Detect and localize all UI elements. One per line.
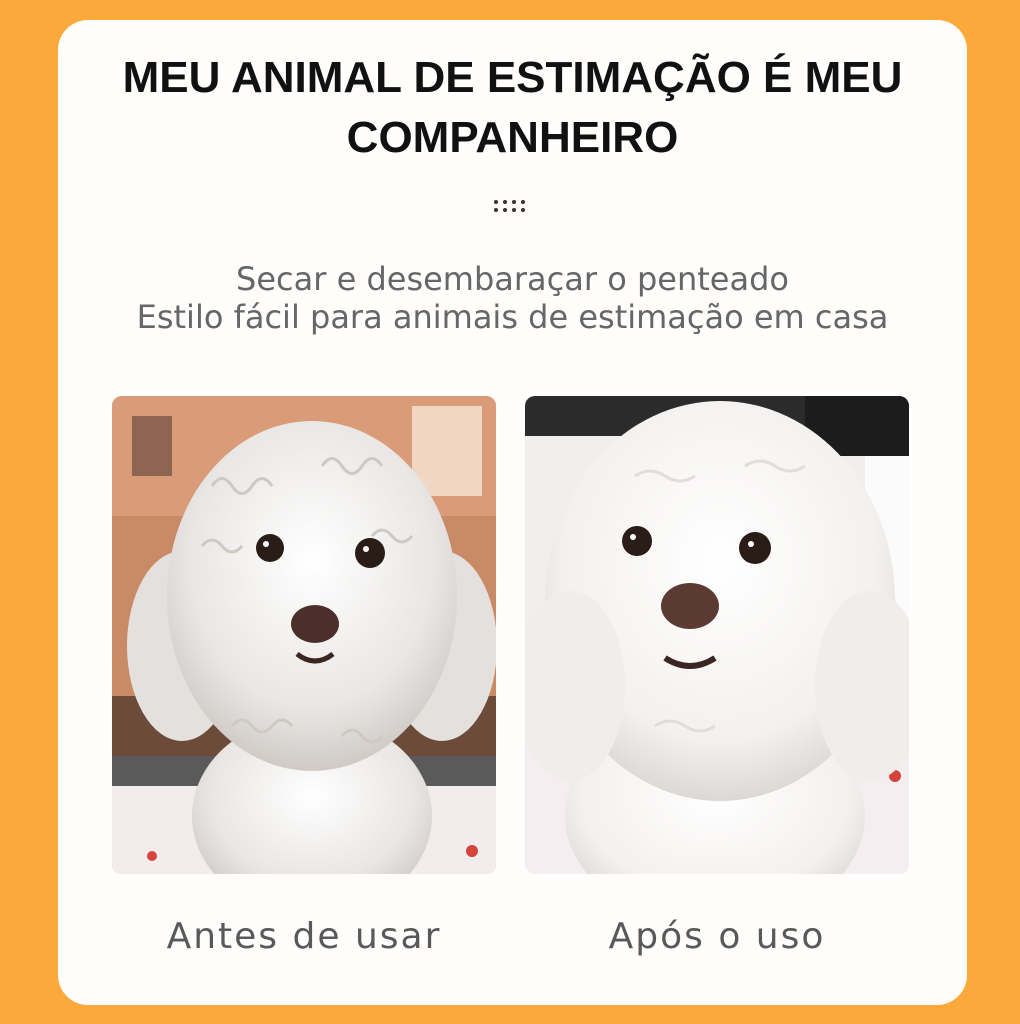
after-photo [525, 396, 909, 874]
page-title: MEU ANIMAL DE ESTIMAÇÃO É MEU COMPANHEIR… [58, 48, 967, 168]
title-line-1: MEU ANIMAL DE ESTIMAÇÃO É MEU [122, 53, 903, 102]
content-card: MEU ANIMAL DE ESTIMAÇÃO É MEU COMPANHEIR… [58, 20, 967, 1005]
dots-divider-icon [494, 200, 525, 212]
subtitle-line-1: Secar e desembaraçar o penteado [236, 260, 789, 298]
subtitle: Secar e desembaraçar o penteado Estilo f… [58, 260, 967, 336]
title-line-2: COMPANHEIRO [346, 113, 679, 162]
caption-before: Antes de usar [166, 916, 442, 957]
before-photo [112, 396, 496, 874]
dog-before-image [112, 396, 496, 874]
caption-after: Após o uso [608, 916, 826, 957]
dog-after-image [525, 396, 909, 874]
subtitle-line-2: Estilo fácil para animais de estimação e… [136, 298, 889, 336]
